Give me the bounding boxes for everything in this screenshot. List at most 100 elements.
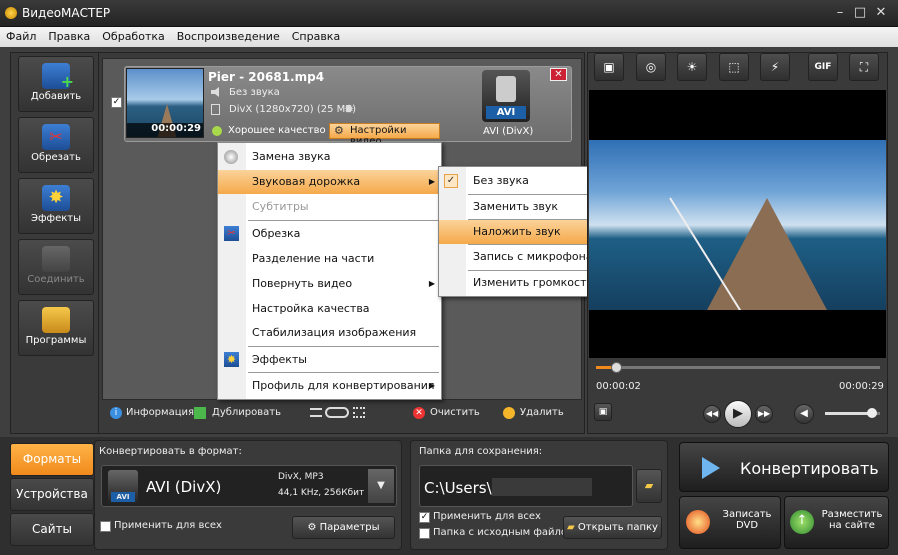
submenu-replace-audio[interactable]: Заменить звук xyxy=(439,195,609,219)
menu-playback[interactable]: Воспроизведение xyxy=(171,27,286,43)
maximize-button[interactable]: □ xyxy=(851,5,869,21)
video-settings-button[interactable]: ⚙ Настройки видео xyxy=(329,123,440,147)
info-button[interactable]: Информация xyxy=(126,407,194,418)
minimize-button[interactable]: – xyxy=(831,5,849,21)
effects-label: Эффекты xyxy=(31,213,81,224)
menu-quality[interactable]: Настройка качества xyxy=(218,297,441,321)
view-toggle[interactable] xyxy=(325,407,349,418)
gear-icon: ⚙ xyxy=(307,522,320,533)
list-view-icon[interactable] xyxy=(310,408,322,417)
file-name: Pier - 20681.mp4 xyxy=(208,70,325,84)
check-icon: ✓ xyxy=(444,174,458,188)
menu-stabilize[interactable]: Стабилизация изображения xyxy=(218,321,441,345)
menu-audio-replace[interactable]: Замена звука xyxy=(218,145,441,169)
window-title: ВидеоМАСТЕР xyxy=(22,6,111,20)
save-apply-all-checkbox[interactable]: ✓ xyxy=(419,512,430,523)
menu-edit[interactable]: Правка xyxy=(42,27,96,43)
preview-frame xyxy=(589,140,886,310)
delete-button[interactable]: Удалить xyxy=(520,407,564,418)
film-icon xyxy=(211,104,220,115)
dvd-icon xyxy=(686,510,710,534)
gif-icon[interactable]: GIF xyxy=(808,53,838,81)
delete-icon xyxy=(503,407,515,419)
close-window-button[interactable]: ✕ xyxy=(872,5,890,21)
menu-processing[interactable]: Обработка xyxy=(96,27,170,43)
volume-icon[interactable]: ◀ xyxy=(794,404,814,424)
submenu-arrow-icon: ▶ xyxy=(428,381,435,390)
programs-button[interactable]: Программы xyxy=(18,300,94,356)
prev-frame-icon[interactable]: ◀◀ xyxy=(703,405,721,423)
play-icon[interactable]: ▶ xyxy=(724,400,752,428)
file-audio: Без звука xyxy=(229,87,280,98)
apply-all-label: Применить для всех xyxy=(114,520,222,531)
snapshot-button[interactable]: ▣ xyxy=(594,403,612,421)
menu-effects[interactable]: ✸ Эффекты xyxy=(218,348,441,372)
crop-icon[interactable]: ▣ xyxy=(594,53,624,81)
apply-all-checkbox[interactable] xyxy=(100,521,111,532)
effects-button[interactable]: ✸ Эффекты xyxy=(18,178,94,234)
burn-dvd-label: Записать DVD xyxy=(722,509,772,531)
menu-subtitles[interactable]: Субтитры xyxy=(218,195,441,219)
cut-icon: ✂ xyxy=(224,226,239,241)
quality-label[interactable]: Хорошее качество xyxy=(228,125,326,136)
fullscreen-icon[interactable]: ⛶ xyxy=(849,53,879,81)
seek-handle[interactable] xyxy=(610,362,622,373)
menu-file[interactable]: Файл xyxy=(0,27,42,43)
brightness-icon[interactable]: ☀ xyxy=(677,53,707,81)
publish-label: Разместить на сайте xyxy=(821,509,883,531)
menu-trim[interactable]: ✂ Обрезка xyxy=(218,222,441,246)
info-icon: i xyxy=(110,407,122,419)
format-select[interactable]: AVI AVI (DivX) DivX, MP3 44,1 KHz, 256Кб… xyxy=(101,465,397,507)
remove-file-button[interactable]: ✕ xyxy=(550,68,567,81)
film-join-icon xyxy=(42,246,70,272)
tab-formats[interactable]: Форматы xyxy=(10,443,94,476)
menu-profile[interactable]: Профиль для конвертирования ▶ xyxy=(218,374,441,398)
film-add-icon: + xyxy=(42,63,74,91)
join-label: Соединить xyxy=(27,274,85,285)
publish-button[interactable]: ↑ Разместить на сайте xyxy=(784,496,889,549)
submenu-no-audio[interactable]: ✓ Без звука xyxy=(439,169,609,193)
clear-button[interactable]: Очистить xyxy=(430,407,480,418)
volume-handle[interactable] xyxy=(866,408,877,418)
convert-label: Конвертировать xyxy=(740,459,879,478)
gear-icon: ⚙ xyxy=(334,124,344,137)
params-button[interactable]: ⚙ Параметры xyxy=(292,516,395,539)
submenu-overlay-audio[interactable]: Наложить звук xyxy=(439,220,609,244)
duplicate-button[interactable]: Дублировать xyxy=(212,407,281,418)
current-time: 00:00:02 xyxy=(596,381,641,392)
menu-help[interactable]: Справка xyxy=(286,27,346,43)
submenu-volume[interactable]: Изменить громкость xyxy=(439,271,609,295)
open-folder-button[interactable]: ▰ Открыть папку xyxy=(563,516,662,539)
format-badge[interactable]: AVI xyxy=(482,70,530,122)
grid-view-icon[interactable] xyxy=(353,407,365,418)
submenu-record-mic[interactable]: Запись с микрофона xyxy=(439,245,609,269)
menu-split[interactable]: Разделение на части xyxy=(218,247,441,271)
trim-button[interactable]: ✂ Обрезать xyxy=(18,117,94,173)
stabilize-icon[interactable]: ◎ xyxy=(636,53,666,81)
seek-bar[interactable] xyxy=(596,366,880,369)
folder-icon: ▰ xyxy=(567,522,578,533)
settings-small-icon[interactable]: ✹ xyxy=(344,102,354,116)
chevron-down-icon[interactable]: ▼ xyxy=(368,469,394,503)
tab-sites[interactable]: Сайты xyxy=(10,513,94,546)
screenshot-icon[interactable]: ⬚ xyxy=(719,53,749,81)
file-checkbox[interactable]: ✓ xyxy=(111,97,122,108)
join-button[interactable]: Соединить xyxy=(18,239,94,295)
next-frame-icon[interactable]: ▶▶ xyxy=(755,405,773,423)
save-apply-all-label: Применить для всех xyxy=(433,511,541,522)
convert-button[interactable]: Конвертировать xyxy=(679,442,889,492)
menu-rotate[interactable]: Повернуть видео ▶ xyxy=(218,272,441,296)
format-codecs: DivX, MP3 xyxy=(278,472,324,482)
source-folder-checkbox[interactable] xyxy=(419,528,430,539)
browse-folder-icon[interactable]: ▰ xyxy=(636,469,662,503)
burn-dvd-button[interactable]: Записать DVD xyxy=(679,496,781,549)
context-menu: Замена звука Звуковая дорожка ▶ Субтитры … xyxy=(217,142,442,400)
tab-devices[interactable]: Устройства xyxy=(10,478,94,511)
camera-icon xyxy=(496,76,516,102)
speed-icon[interactable]: ⚡ xyxy=(760,53,790,81)
menu-audio-track[interactable]: Звуковая дорожка ▶ xyxy=(218,170,441,194)
add-button[interactable]: + Добавить xyxy=(18,56,94,112)
save-path-field[interactable]: C:\Users\. xyxy=(419,465,633,507)
audio-submenu: ✓ Без звука Заменить звук Наложить звук З… xyxy=(438,166,610,297)
submenu-arrow-icon: ▶ xyxy=(428,177,435,186)
